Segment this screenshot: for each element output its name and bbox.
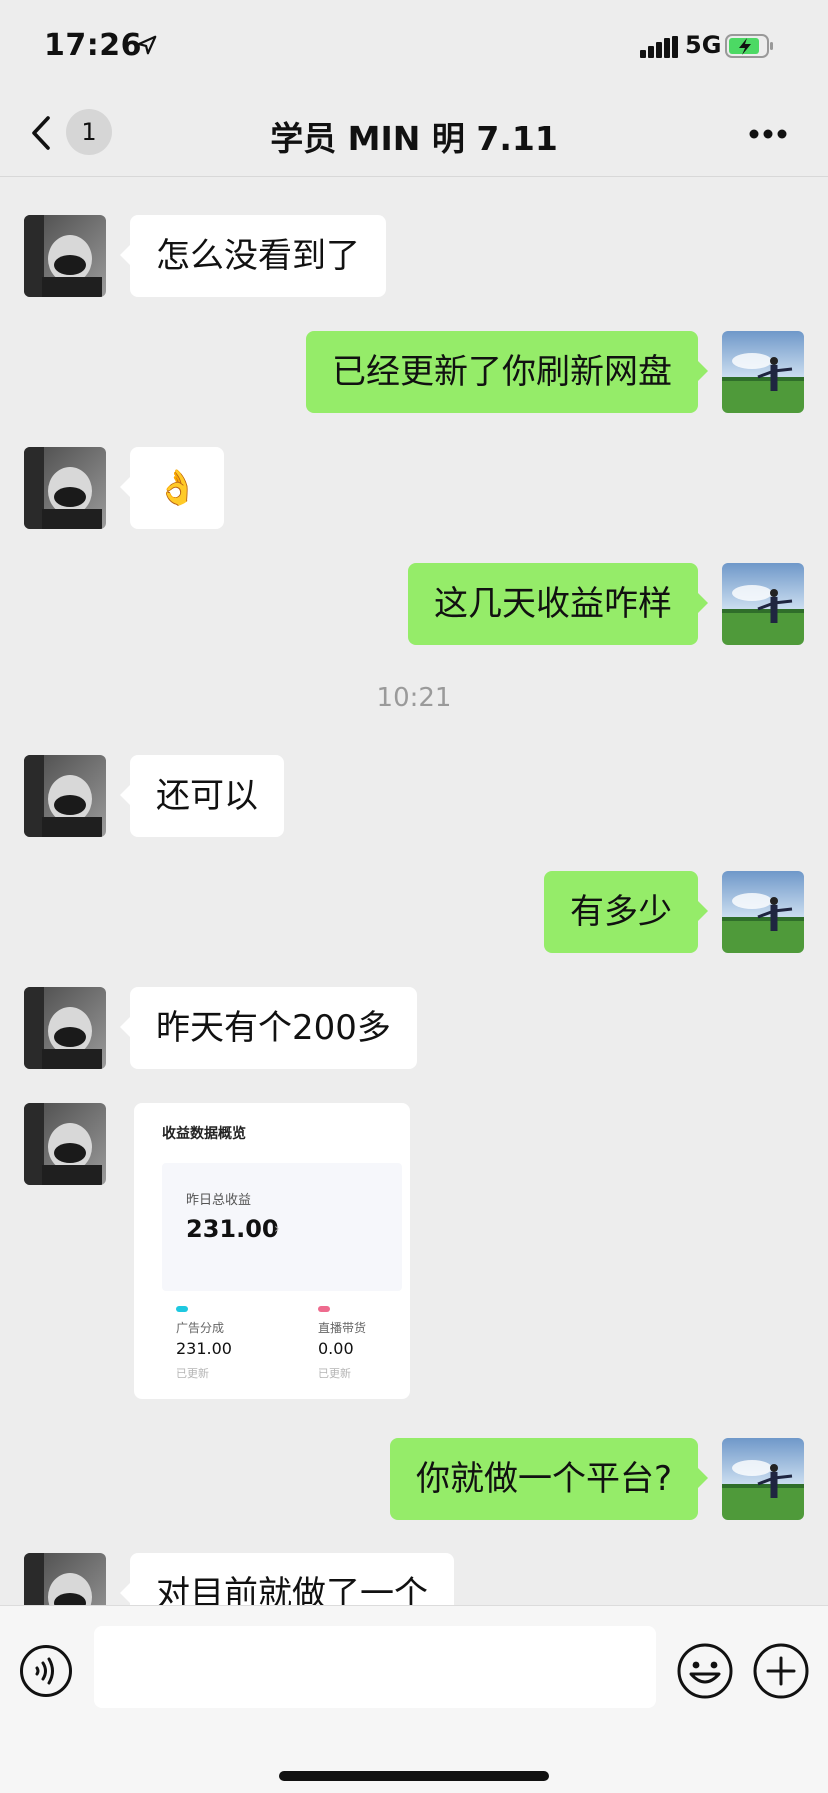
contact-avatar[interactable] (24, 987, 106, 1069)
total-value: 231.00 (186, 1215, 279, 1243)
ad-dot (176, 1306, 188, 1312)
incoming-bubble[interactable]: 怎么没看到了 (120, 215, 386, 297)
ad-note: 已更新 (176, 1367, 209, 1380)
my-avatar[interactable] (722, 331, 804, 413)
chat-header: 1 学员 MIN 明 7.11 (0, 92, 828, 177)
incoming-emoji-bubble[interactable]: 👌 (119, 447, 225, 529)
input-bar (0, 1605, 828, 1793)
status-time: 17:26 (44, 28, 142, 63)
status-bar: 17:26 5G (0, 0, 828, 92)
plus-icon[interactable] (752, 1642, 810, 1700)
image-message[interactable]: 收益数据概览 昨日总收益 231.00 › 广告分成 231.00 已更新 直播… (134, 1103, 410, 1399)
ad-value: 231.00 (176, 1339, 232, 1358)
home-indicator (279, 1771, 549, 1781)
ad-label: 广告分成 (176, 1321, 225, 1335)
incoming-bubble[interactable]: 对目前就做了一个 (120, 1553, 454, 1605)
message-input[interactable] (94, 1626, 656, 1708)
contact-avatar[interactable] (24, 755, 106, 837)
outgoing-bubble[interactable]: 你就做一个平台? (389, 1438, 709, 1520)
my-avatar[interactable] (722, 1438, 804, 1520)
live-label: 直播带货 (318, 1321, 367, 1335)
more-dots-icon[interactable] (748, 128, 788, 140)
contact-avatar[interactable] (24, 1553, 106, 1605)
location-arrow-icon (137, 35, 157, 55)
outgoing-bubble[interactable]: 这几天收益咋样 (408, 563, 708, 645)
incoming-bubble[interactable]: 昨天有个200多 (120, 987, 417, 1069)
live-note: 已更新 (318, 1367, 351, 1380)
card-title: 收益数据概览 (162, 1126, 246, 1142)
message-list[interactable]: 怎么没看到了 已经更新了你刷新网盘 👌 这几天收益咋样 10:21 还可以 有多… (0, 177, 828, 1605)
live-value: 0.00 (318, 1339, 354, 1358)
outgoing-bubble[interactable]: 有多少 (544, 871, 708, 953)
voice-icon[interactable] (19, 1644, 73, 1698)
outgoing-bubble[interactable]: 已经更新了你刷新网盘 (306, 331, 708, 413)
chat-title: 学员 MIN 明 7.11 (270, 119, 558, 158)
battery-charging-icon (725, 34, 773, 58)
live-dot (318, 1306, 330, 1312)
total-label: 昨日总收益 (186, 1193, 252, 1208)
contact-avatar[interactable] (24, 1103, 106, 1185)
my-avatar[interactable] (722, 871, 804, 953)
contact-avatar[interactable] (24, 447, 106, 529)
time-divider: 10:21 (376, 683, 452, 713)
incoming-bubble[interactable]: 还可以 (120, 755, 284, 837)
signal-icon (640, 36, 678, 58)
network-type: 5G (685, 31, 722, 59)
emoji-icon[interactable] (676, 1642, 734, 1700)
contact-avatar[interactable] (24, 215, 106, 297)
my-avatar[interactable] (722, 563, 804, 645)
chevron-right-icon: › (274, 1221, 280, 1237)
